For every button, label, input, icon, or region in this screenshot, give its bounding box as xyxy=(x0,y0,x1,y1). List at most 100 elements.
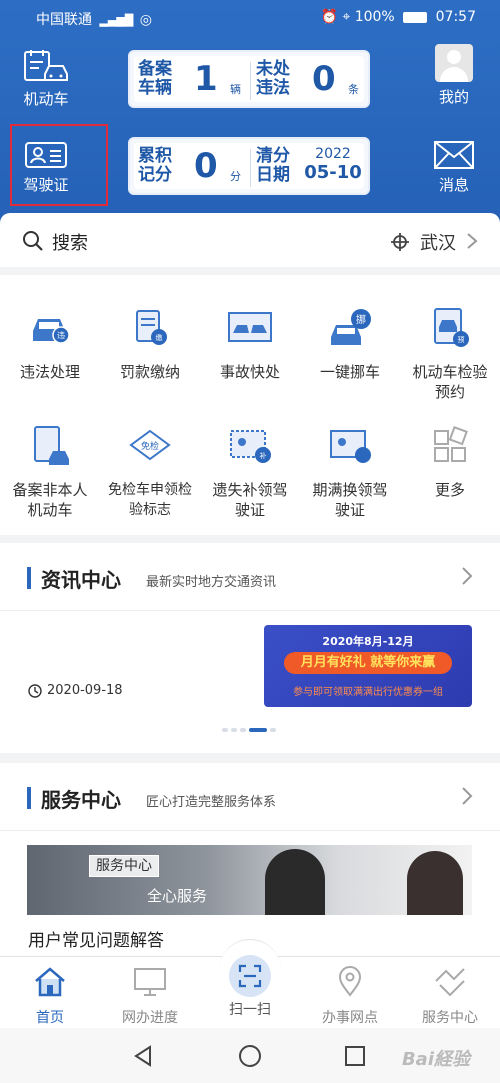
tab-label: 首页 xyxy=(36,1010,64,1026)
more-icon xyxy=(434,426,468,462)
messages-button[interactable]: 消息 xyxy=(414,140,494,195)
service-header[interactable]: 服务中心 匠心打造完整服务体系 xyxy=(0,763,500,831)
search-bar[interactable]: 搜索 武汉 xyxy=(0,213,500,267)
search-icon xyxy=(23,231,43,251)
clear-date-day: 05-10 xyxy=(304,162,362,183)
tab-scan[interactable]: 扫一扫 xyxy=(200,955,300,1019)
search-input[interactable]: 搜索 xyxy=(52,229,88,255)
banner-period: 2020年8月-12月 xyxy=(322,635,414,648)
service-title: 服务中心 xyxy=(41,788,121,812)
svg-text:预: 预 xyxy=(458,335,465,344)
messages-label: 消息 xyxy=(438,176,469,194)
banner-headline: 月月有好礼 就等你来赢 xyxy=(284,652,452,674)
news-header[interactable]: 资讯中心 最新实时地方交通资讯 xyxy=(0,543,500,611)
banner-caption: 参与即可领取满满出行优惠券一组 xyxy=(293,687,443,698)
back-nav-icon[interactable] xyxy=(132,1044,154,1068)
alarm-icon: ⏰ xyxy=(320,9,338,25)
tab-locations[interactable]: 办事网点 xyxy=(300,965,400,1027)
svg-text:违: 违 xyxy=(57,331,65,340)
monitor-icon xyxy=(134,968,166,996)
home-icon xyxy=(35,967,65,997)
clock-icon xyxy=(28,684,42,698)
grid-item-move-car[interactable]: 挪 一键挪车 xyxy=(300,305,400,382)
avatar xyxy=(435,44,473,82)
tab-service-center[interactable]: 服务中心 xyxy=(400,965,500,1027)
home-nav-icon[interactable] xyxy=(238,1044,262,1068)
license-label: 驾驶证 xyxy=(23,176,69,194)
news-title: 资讯中心 xyxy=(41,568,121,592)
registered-vehicles-label: 备案 车辆 xyxy=(138,59,172,98)
news-banner[interactable]: 2020年8月-12月 月月有好礼 就等你来赢 参与即可领取满满出行优惠券一组 xyxy=(264,625,472,707)
envelope-icon xyxy=(434,141,474,169)
tab-home[interactable]: 首页 xyxy=(0,965,100,1027)
license-summary-card[interactable]: 累积 记分 0 分 清分 日期 2022 05-10 xyxy=(128,137,370,195)
accumulated-points-count: 0 xyxy=(194,146,218,186)
points-unit: 分 xyxy=(230,170,241,183)
agent-silhouette xyxy=(407,851,463,915)
grid-label: 备案非本人机动车 xyxy=(12,481,88,519)
vehicle-button[interactable]: 机动车 xyxy=(6,48,86,109)
move-car-icon: 挪 xyxy=(331,309,371,345)
section-accent-bar xyxy=(27,787,31,809)
grid-label: 事故快处 xyxy=(219,363,280,381)
grid-label: 机动车检验预约 xyxy=(412,363,488,401)
violations-count: 0 xyxy=(312,59,336,99)
location-icon xyxy=(338,966,362,997)
grid-item-inspection[interactable]: 预 机动车检验预约 xyxy=(400,305,500,402)
grid-label: 遗失补领驾驶证 xyxy=(212,481,288,519)
tab-label: 网办进度 xyxy=(122,1010,178,1026)
grid-label: 期满换领驾驶证 xyxy=(312,481,388,519)
hotspot-icon: ◎ xyxy=(139,12,152,28)
recents-nav-icon[interactable] xyxy=(344,1045,366,1067)
grid-item-more[interactable]: 更多 xyxy=(400,423,500,500)
function-grid: 违 违法处理 缴 罚款缴纳 事故快处 挪 一键挪车 预 机动车检验预约 备案非本… xyxy=(0,275,500,535)
faq-title[interactable]: 用户常见问题解答 xyxy=(28,926,164,951)
grid-item-violation[interactable]: 违 违法处理 xyxy=(0,305,100,382)
vehicle-summary-card[interactable]: 备案 车辆 1 辆 未处 违法 0 条 xyxy=(128,50,370,108)
accident-icon xyxy=(228,312,272,342)
registered-vehicles-unit: 辆 xyxy=(230,83,241,96)
grid-item-register[interactable]: 备案非本人机动车 xyxy=(0,423,100,520)
tab-progress[interactable]: 网办进度 xyxy=(100,965,200,1027)
grid-item-accident[interactable]: 事故快处 xyxy=(200,305,300,382)
grid-item-fine[interactable]: 缴 罚款缴纳 xyxy=(100,305,200,382)
fine-payment-icon: 缴 xyxy=(136,310,167,345)
grid-label: 免检车申领检验标志 xyxy=(108,482,192,518)
battery-icon xyxy=(403,11,428,23)
grid-item-renew[interactable]: 期满换领驾驶证 xyxy=(300,423,400,520)
exempt-inspection-icon: 免检 xyxy=(129,429,171,461)
news-section: 资讯中心 最新实时地方交通资讯 2020-09-18 2020年8月-12月 月… xyxy=(0,543,500,753)
grid-item-exempt[interactable]: 免检 免检车申领检验标志 xyxy=(100,423,200,520)
register-vehicle-icon xyxy=(34,426,69,465)
service-banner[interactable]: 服务中心 全心服务 xyxy=(27,845,472,915)
accumulated-points-label: 累积 记分 xyxy=(138,146,172,185)
grid-label: 违法处理 xyxy=(19,363,80,381)
card-divider xyxy=(250,62,251,100)
chevron-right-icon xyxy=(462,787,473,805)
header: 中国联通 ▂▄▆█ ◎ ⏰ ⌖ 100% 07:57 机动车 驾驶证 备案 车辆… xyxy=(0,0,500,228)
inspection-booking-icon: 预 xyxy=(434,308,469,347)
svg-text:补: 补 xyxy=(260,451,267,460)
my-profile-button[interactable]: 我的 xyxy=(414,44,494,107)
grid-item-reissue[interactable]: 补 遗失补领驾驶证 xyxy=(200,423,300,520)
news-subtitle: 最新实时地方交通资讯 xyxy=(146,575,277,590)
svg-text:缴: 缴 xyxy=(156,333,163,342)
vehicle-label: 机动车 xyxy=(23,90,69,108)
clear-date-year: 2022 xyxy=(315,146,351,162)
location-status-icon: ⌖ xyxy=(342,9,351,25)
license-button[interactable]: 驾驶证 xyxy=(6,140,86,195)
clock: 07:57 xyxy=(435,9,476,25)
tab-label: 扫一扫 xyxy=(229,1002,271,1018)
service-subtitle: 匠心打造完整服务体系 xyxy=(146,795,277,810)
carousel-dots xyxy=(222,728,276,732)
card-divider xyxy=(250,149,251,187)
my-label: 我的 xyxy=(438,88,469,106)
crosshair-icon xyxy=(391,233,409,251)
violations-label: 未处 违法 xyxy=(256,59,290,98)
watermark-logo: Bai経验 xyxy=(401,1049,470,1070)
city-selector[interactable]: 武汉 xyxy=(420,229,456,255)
svg-text:免检: 免检 xyxy=(141,440,159,452)
carrier-label: 中国联通 xyxy=(36,12,92,28)
battery-percent: 100% xyxy=(354,9,395,25)
chevron-right-icon xyxy=(467,233,478,249)
